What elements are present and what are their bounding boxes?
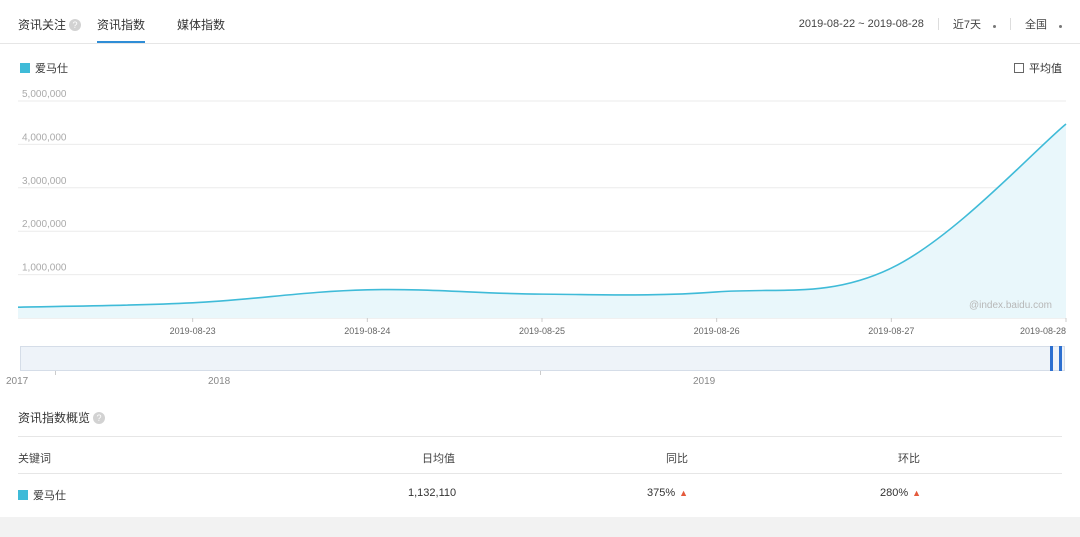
timeline-handle-right[interactable] [1059, 346, 1062, 371]
y-tick-label: 2,000,000 [22, 219, 67, 230]
column-header-daily-avg: 日均值 [422, 453, 455, 465]
section-title: 资讯关注 ? [18, 16, 82, 33]
filter-bar: 2019-08-22 ~ 2019-08-28 近7天 全国 [799, 16, 1062, 32]
x-tick-label: 2019-08-28 [1020, 326, 1066, 336]
active-tab-indicator [97, 41, 145, 43]
tab-news-index[interactable]: 资讯指数 [97, 16, 145, 33]
main-panel: 资讯关注 ? 资讯指数 媒体指数 2019-08-22 ~ 2019-08-28… [0, 0, 1080, 517]
x-tick-label: 2019-08-26 [694, 326, 740, 336]
watermark: @index.baidu.com [969, 300, 1052, 311]
timeline-year-label: 2018 [208, 376, 231, 387]
average-label: 平均值 [1029, 63, 1062, 75]
divider [937, 18, 939, 30]
dropdown-icon [1059, 25, 1062, 28]
period-select[interactable]: 近7天 [953, 16, 996, 32]
timeline-handle-left[interactable] [1050, 346, 1053, 371]
overview-title: 资讯指数概览 ? [18, 409, 106, 426]
top-bar: 资讯关注 ? 资讯指数 媒体指数 2019-08-22 ~ 2019-08-28… [0, 0, 1080, 44]
series-area [18, 124, 1066, 318]
y-tick-label: 3,000,000 [22, 176, 67, 187]
region-select[interactable]: 全国 [1025, 16, 1062, 32]
divider [1010, 18, 1011, 30]
timeline-tick [55, 371, 56, 375]
timeline-year-label: 2019 [693, 376, 716, 387]
average-toggle[interactable]: 平均值 [1014, 60, 1062, 76]
row-mom: 280% ▲ [880, 487, 922, 499]
keyword-swatch [18, 490, 28, 500]
row-yoy: 375% ▲ [647, 487, 689, 499]
y-tick-label: 4,000,000 [22, 132, 67, 143]
x-tick-label: 2019-08-27 [868, 326, 914, 336]
tab-media-index[interactable]: 媒体指数 [177, 16, 225, 33]
x-tick-label: 2019-08-24 [344, 326, 390, 336]
y-tick-label: 5,000,000 [22, 89, 67, 100]
x-tick-label: 2019-08-23 [170, 326, 216, 336]
timeline-tick [540, 371, 541, 375]
column-header-mom: 环比 [898, 453, 920, 465]
dropdown-icon [993, 25, 996, 28]
x-tick-label: 2019-08-25 [519, 326, 565, 336]
trend-chart[interactable]: 1,000,000 2,000,000 3,000,000 4,000,000 5,00… [0, 85, 1080, 340]
y-tick-label: 1,000,000 [22, 263, 67, 274]
timeline-scrubber[interactable] [20, 346, 1065, 371]
table-row: 爱马仕 1,132,110 375% ▲ 280% ▲ [18, 474, 1062, 510]
up-arrow-icon: ▲ [679, 488, 689, 498]
row-keyword: 爱马仕 [18, 487, 66, 503]
chart-legend[interactable]: 爱马仕 [20, 60, 68, 76]
timeline-year-label: 2017 [6, 376, 29, 387]
row-daily-avg: 1,132,110 [408, 487, 457, 499]
legend-swatch [20, 63, 30, 73]
column-header-keyword: 关键词 [18, 453, 51, 465]
date-range[interactable]: 2019-08-22 ~ 2019-08-28 [799, 18, 924, 30]
help-icon[interactable]: ? [93, 411, 106, 424]
overview-table-header: 关键词 日均值 同比 环比 [18, 436, 1062, 474]
up-arrow-icon: ▲ [912, 488, 922, 498]
help-icon[interactable]: ? [69, 18, 82, 31]
average-checkbox[interactable] [1014, 63, 1024, 73]
column-header-yoy: 同比 [666, 453, 688, 465]
legend-label: 爱马仕 [35, 63, 68, 75]
